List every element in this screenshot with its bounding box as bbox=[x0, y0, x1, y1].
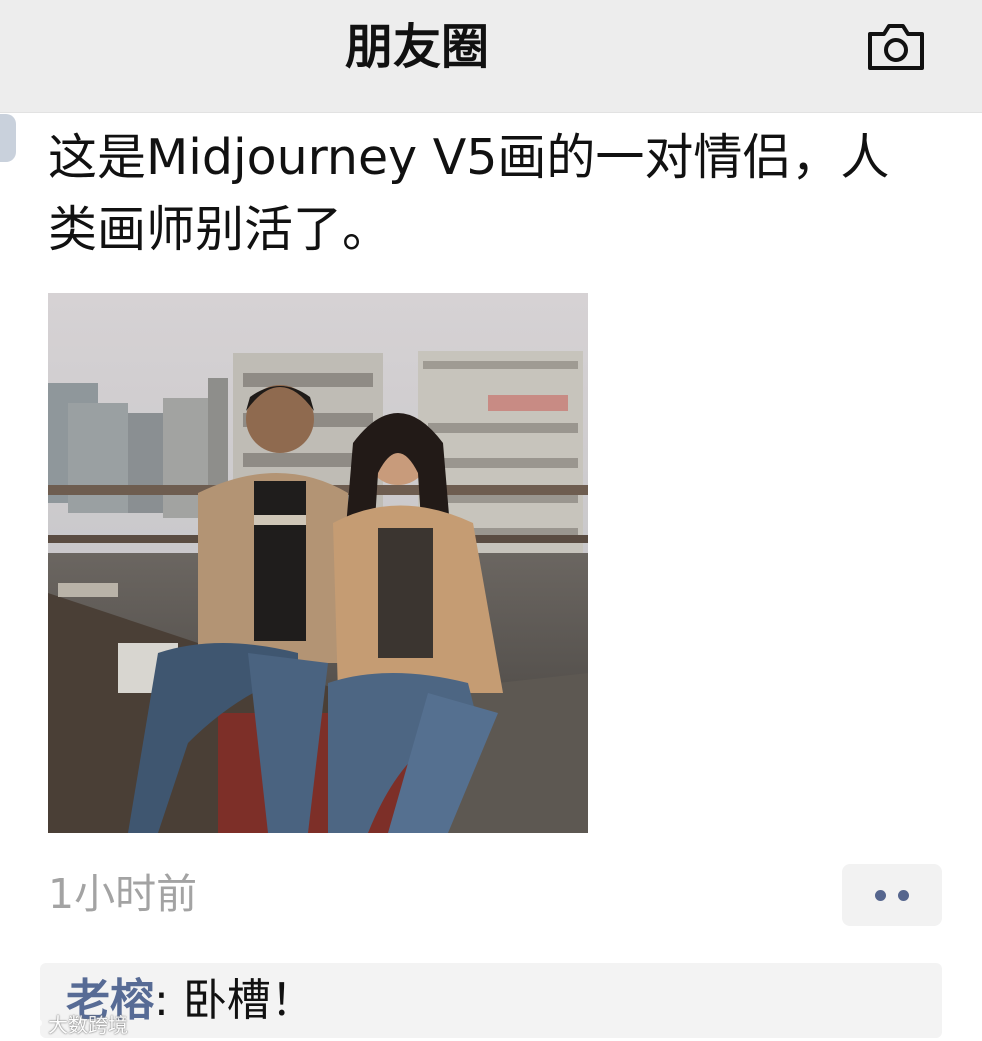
page-title: 朋友圈 bbox=[344, 19, 489, 75]
more-dots-icon bbox=[898, 890, 909, 901]
top-navigation-bar: 朋友圈 bbox=[0, 0, 982, 113]
comments-section: 老榕: 卧槽！ bbox=[40, 963, 942, 1038]
post-image[interactable] bbox=[48, 293, 588, 833]
more-dots-icon bbox=[875, 890, 886, 901]
post-timestamp: 1小时前 bbox=[48, 870, 198, 918]
post-text: 这是Midjourney V5画的一对情侣，人类画师别活了。 bbox=[48, 129, 890, 258]
watermark-logo-icon bbox=[7, 1014, 42, 1032]
comment-separator: : bbox=[154, 975, 183, 1026]
avatar[interactable] bbox=[0, 114, 16, 162]
comment-text: 卧槽！ bbox=[182, 975, 315, 1026]
watermark-text: 大数跨境 bbox=[48, 1012, 128, 1037]
more-actions-button[interactable] bbox=[842, 864, 942, 926]
watermark: 大数跨境 bbox=[6, 1009, 128, 1037]
camera-icon[interactable] bbox=[864, 20, 928, 72]
